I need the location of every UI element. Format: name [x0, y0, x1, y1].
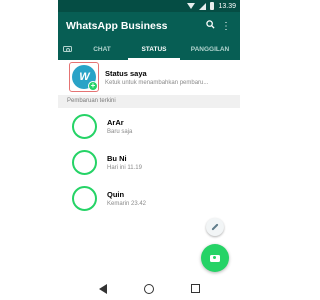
update-time: Hari ini 11.19 [107, 164, 142, 171]
status-ring-avatar [72, 149, 97, 175]
navigation-bar [58, 277, 240, 300]
my-status-title: Status saya [105, 68, 147, 78]
my-status-row[interactable]: W + Status saya Ketuk untuk menambahkan … [58, 60, 240, 94]
recents-icon[interactable] [190, 284, 200, 293]
wifi-icon [187, 3, 196, 9]
contact-name: ArAr [107, 117, 124, 127]
my-status-avatar-frame[interactable]: W + [69, 62, 99, 92]
update-time: Baru saja [107, 128, 133, 135]
status-bar-time: 13.39 [218, 2, 236, 10]
home-icon[interactable] [143, 283, 154, 294]
add-status-icon[interactable]: + [88, 81, 98, 91]
status-ring-avatar [72, 113, 97, 139]
status-update-item[interactable]: Quin Kemarin 23.42 [58, 180, 240, 216]
avatar-logo: W [79, 71, 89, 83]
search-icon[interactable] [202, 20, 218, 32]
back-icon[interactable] [98, 283, 107, 294]
text-status-button[interactable] [206, 218, 224, 236]
status-update-list: ArAr Baru saja Bu Ni Hari ini 11.19 Quin… [58, 108, 240, 216]
tab-chat[interactable]: CHAT [76, 40, 128, 60]
tab-bar: CHAT STATUS PANGGILAN [58, 40, 240, 60]
recent-updates-header: Pembaruan terkini [58, 95, 240, 108]
status-update-item[interactable]: ArAr Baru saja [58, 108, 240, 144]
pencil-icon [211, 223, 219, 231]
status-bar: 13.39 [58, 0, 240, 12]
app-bar: WhatsApp Business ⋮ [58, 12, 240, 40]
status-update-item[interactable]: Bu Ni Hari ini 11.19 [58, 144, 240, 180]
camera-status-button[interactable] [201, 244, 229, 272]
more-options-icon[interactable]: ⋮ [218, 21, 234, 32]
tab-camera[interactable] [58, 40, 76, 60]
tab-calls[interactable]: PANGGILAN [180, 40, 240, 60]
app-title: WhatsApp Business [66, 20, 168, 32]
update-time: Kemarin 23.42 [107, 200, 147, 207]
signal-icon [199, 2, 207, 10]
my-status-subtitle: Ketuk untuk menambahkan pembaru... [105, 79, 209, 86]
contact-name: Quin [107, 189, 125, 199]
camera-icon [62, 46, 72, 52]
battery-icon [210, 2, 215, 10]
status-ring-avatar [72, 185, 97, 211]
contact-name: Bu Ni [107, 153, 127, 163]
camera-icon [210, 254, 220, 262]
tab-status[interactable]: STATUS [128, 40, 180, 60]
phone-screen: 13.39 WhatsApp Business ⋮ CHAT STATUS PA… [58, 0, 240, 300]
